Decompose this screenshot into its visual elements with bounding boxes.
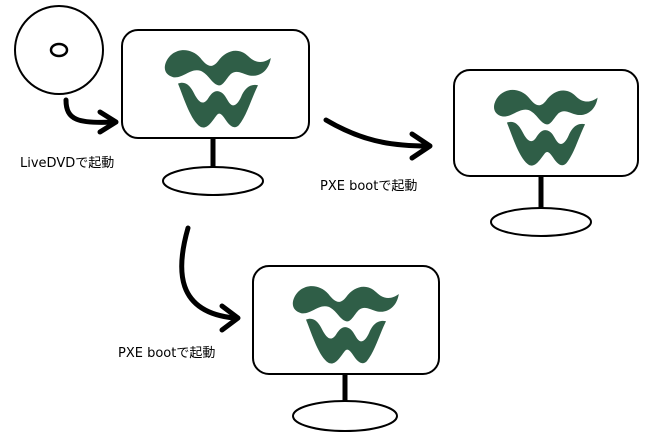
monitor-dvd-boot: [121, 29, 310, 196]
network-boot-diagram: LiveDVDで起動 PXE bootで起動 PXE bootで起動: [14, 5, 639, 432]
monitor-pxe-right: [453, 69, 639, 237]
pxe-boot-label-bottom: PXE bootで起動: [118, 346, 215, 361]
monitor-pxe-bottom: [252, 265, 440, 432]
dvd-boot-label: LiveDVDで起動: [20, 156, 114, 171]
dvd-disc-icon: [14, 5, 104, 95]
arrow-dvd-to-monitor: [63, 97, 119, 135]
arrow-to-right-monitor: [323, 117, 433, 161]
pxe-boot-label-right: PXE bootで起動: [320, 179, 417, 194]
arrow-to-bottom-monitor: [179, 225, 241, 333]
